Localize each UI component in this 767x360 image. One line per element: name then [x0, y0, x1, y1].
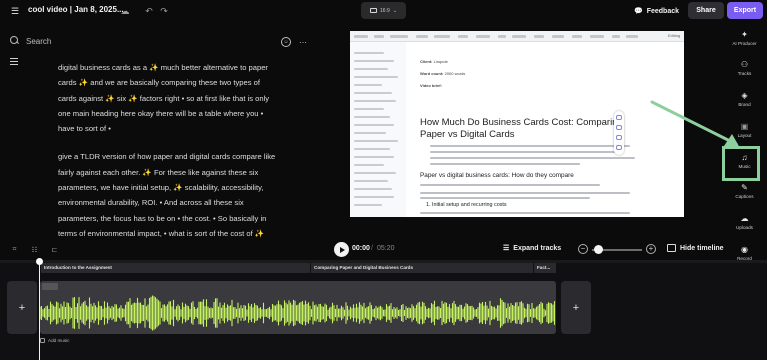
audio-clip[interactable]	[40, 281, 556, 334]
editing-label: Editing	[668, 33, 681, 38]
total-time: 05:20	[377, 245, 395, 252]
sidebar-item-layout[interactable]: ▣ Layout	[722, 120, 767, 146]
aspect-ratio-label: 16:9	[380, 7, 390, 14]
playhead[interactable]	[39, 262, 41, 360]
waveform-path	[40, 295, 556, 331]
undo-icon[interactable]: ↶	[143, 5, 155, 17]
sidebar-item-label: Layout	[737, 133, 752, 138]
aspect-ratio-selector[interactable]: 16:9 ⌄	[361, 2, 406, 19]
playhead-handle[interactable]	[36, 258, 43, 265]
sidebar-item-tracks[interactable]: ⚇ Tracks	[722, 58, 767, 84]
trim-icon[interactable]: ⊏	[50, 245, 59, 254]
scene-segment[interactable]: Introduction to the Assignment	[40, 263, 310, 273]
sidebar-item-label: Tracks	[737, 71, 752, 76]
feedback-button[interactable]: 💬 Feedback	[634, 4, 679, 18]
sidebar-item-label: Brand	[738, 102, 751, 107]
emoji-icon[interactable]: ☺	[281, 37, 291, 47]
sidebar-item-label: Captions	[735, 194, 754, 199]
sidebar-item-label: Uploads	[736, 225, 753, 230]
expand-tracks-label: Expand tracks	[513, 244, 562, 252]
search-icon	[10, 36, 20, 46]
doc-heading: How Much Do Business Cards Cost: Compari…	[420, 117, 623, 140]
current-time: 00:00	[352, 245, 370, 252]
word-count-value: 2000 words	[444, 71, 466, 76]
audio-waveform	[40, 295, 556, 331]
brand-icon: ◈	[741, 90, 748, 100]
doc-section: 1. Initial setup and recurring costs	[426, 202, 507, 208]
scene-track: Introduction to the Assignment Comparing…	[40, 263, 556, 273]
music-highlight-box	[722, 146, 760, 181]
time-separator: /	[371, 245, 373, 252]
feedback-label: Feedback	[646, 7, 680, 15]
people-icon: ⚇	[740, 59, 749, 69]
project-title[interactable]: cool video | Jan 8, 2025...	[28, 5, 124, 14]
zoom-in-button[interactable]: +	[646, 244, 656, 254]
upload-icon: ☁	[740, 213, 749, 223]
hide-timeline-button[interactable]: Hide timeline	[667, 244, 724, 252]
share-button[interactable]: Share	[688, 2, 724, 19]
video-preview[interactable]: Editing Client: Linqode Word count: 2000…	[350, 31, 684, 217]
record-icon: ◉	[741, 244, 748, 254]
timeline-icon	[667, 244, 676, 252]
client-label: Client:	[420, 59, 433, 64]
split-icon[interactable]: ⌗	[10, 245, 19, 254]
doc-page: Client: Linqode Word count: 2000 words V…	[412, 47, 662, 217]
aspect-ratio-icon	[370, 8, 378, 13]
add-music-icon	[40, 338, 45, 343]
sidebar-item-label: AI Producer	[732, 41, 757, 46]
add-music-button[interactable]: Add music	[40, 338, 69, 343]
client-value: Linqode	[433, 59, 448, 64]
play-button[interactable]	[334, 242, 349, 257]
add-music-label: Add music	[48, 338, 70, 343]
sidebar-item-uploads[interactable]: ☁ Uploads	[722, 212, 767, 238]
cloud-sync-icon: ☁	[120, 5, 130, 16]
doc-subheading: Paper vs digital business cards: How do …	[420, 172, 574, 179]
word-count-label: Word count:	[420, 71, 444, 76]
captions-icon: ✎	[741, 182, 748, 192]
scene-segment[interactable]: Fact...	[533, 263, 556, 273]
list-icon[interactable]	[10, 58, 18, 68]
feedback-icon: 💬	[634, 8, 643, 15]
expand-tracks-icon: ☰	[503, 245, 510, 252]
sparkle-icon: ✦	[741, 29, 748, 39]
expand-tracks-button[interactable]: ☰ Expand tracks	[503, 244, 562, 253]
doc-side-tools	[614, 111, 624, 155]
timeline-tools: ⌗ ☷ ⊏	[10, 245, 59, 254]
script-paragraph: give a TLDR version of how paper and dig…	[58, 152, 276, 238]
sidebar-item-brand[interactable]: ◈ Brand	[722, 89, 767, 115]
scene-segment[interactable]: Comparing Paper and Digital Business Car…	[310, 263, 533, 273]
more-options-icon[interactable]: ⋯	[298, 37, 308, 47]
script-editor[interactable]: digital business cards as a ✨ much bette…	[58, 60, 280, 238]
list-view-icon[interactable]: ☷	[30, 245, 39, 254]
sidebar-item-ai-producer[interactable]: ✦ AI Producer	[722, 28, 767, 54]
layout-icon: ▣	[740, 121, 749, 131]
hide-timeline-label: Hide timeline	[680, 244, 724, 252]
search-label: Search	[26, 36, 52, 46]
video-brief-label: Video brief:	[420, 83, 442, 88]
doc-toolbar	[350, 31, 684, 42]
add-clip-before-button[interactable]: +	[7, 281, 37, 334]
chevron-down-icon: ⌄	[392, 7, 397, 14]
clip-thumbnail	[42, 283, 58, 290]
zoom-out-button[interactable]: −	[578, 244, 588, 254]
doc-outline	[350, 42, 406, 217]
menu-icon[interactable]: ☰	[8, 4, 22, 18]
script-paragraph: digital business cards as a ✨ much bette…	[58, 63, 270, 134]
add-clip-after-button[interactable]: +	[561, 281, 591, 334]
export-button[interactable]: Export	[727, 2, 763, 19]
script-search[interactable]: Search	[10, 36, 51, 46]
redo-icon[interactable]: ↷	[158, 5, 170, 17]
zoom-slider-handle[interactable]	[594, 245, 603, 254]
sidebar-item-captions[interactable]: ✎ Captions	[722, 181, 767, 207]
